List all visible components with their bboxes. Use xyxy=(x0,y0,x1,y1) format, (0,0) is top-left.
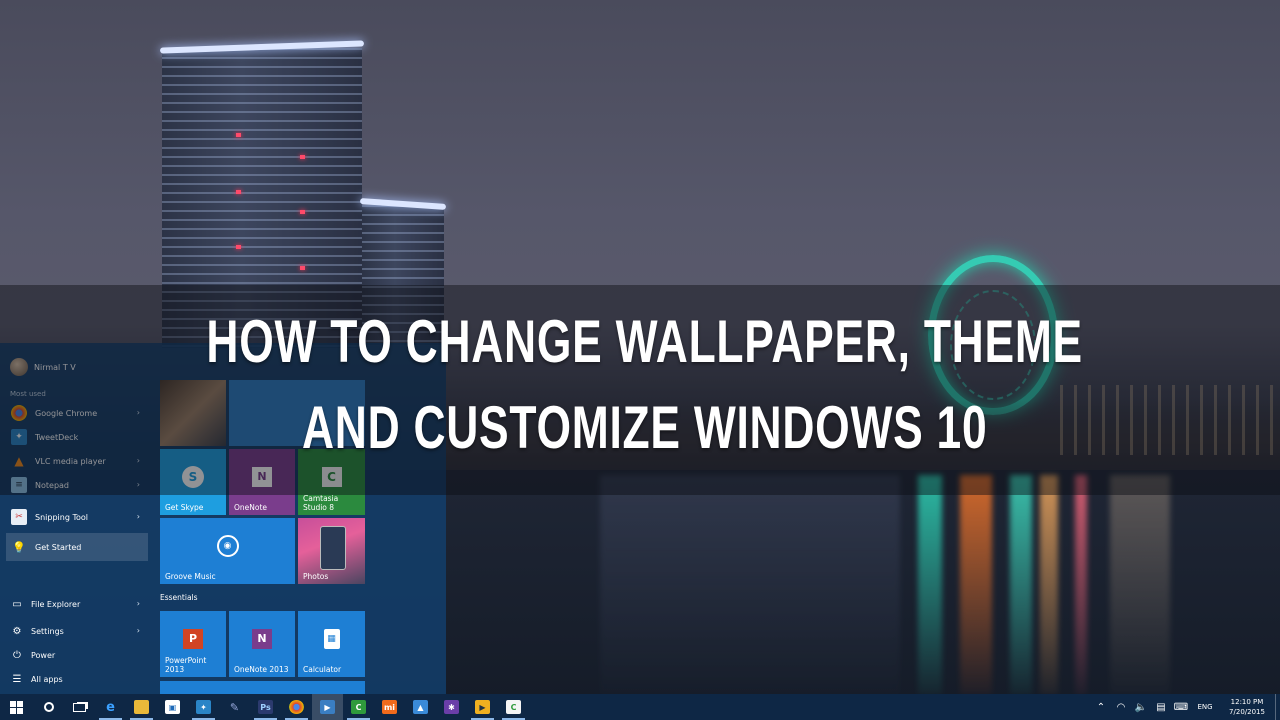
start-app-label: Snipping Tool xyxy=(35,512,88,522)
start-settings[interactable]: ⚙ Settings › xyxy=(6,619,148,643)
tweetdeck-icon: ✦ xyxy=(196,700,211,714)
taskbar-app-2[interactable] xyxy=(126,694,157,720)
file-explorer-icon xyxy=(134,700,149,714)
start-button[interactable] xyxy=(0,694,33,720)
taskbar-app-12[interactable]: ✱ xyxy=(436,694,467,720)
tile-calculator[interactable]: ▦ Calculator xyxy=(298,611,365,677)
power-icon: ⏻ xyxy=(13,649,21,661)
tile-row-partial[interactable] xyxy=(160,681,365,694)
tile-powerpoint-2013[interactable]: P PowerPoint 2013 xyxy=(160,611,226,677)
start-power[interactable]: ⏻ Power xyxy=(6,643,148,667)
calculator-icon: ▦ xyxy=(323,628,340,649)
camtasia-recorder-icon: C xyxy=(506,700,521,714)
keyboard-icon[interactable]: ⌨ xyxy=(1171,694,1191,720)
search-button[interactable] xyxy=(33,694,64,720)
gear-icon: ⚙ xyxy=(12,625,22,637)
settings-app-icon: ✱ xyxy=(444,700,459,714)
snipping-tool-icon: ✂ xyxy=(11,509,27,525)
system-tray: ⌃ ◠ 🔈 ▤ ⌨ ENG 12:10 PM 7/20/2015 xyxy=(1091,694,1280,720)
clock-date: 7/20/2015 xyxy=(1229,708,1265,716)
photo-viewer-icon: ▲ xyxy=(413,700,428,714)
taskbar-app-9[interactable]: C xyxy=(343,694,374,720)
clock-time: 12:10 PM xyxy=(1230,698,1264,706)
mi-icon: mi xyxy=(382,700,397,714)
groove-music-icon: ◉ xyxy=(216,534,239,557)
taskbar-app-5[interactable]: ✎ xyxy=(219,694,250,720)
taskbar-app-14[interactable]: C xyxy=(498,694,529,720)
task-view-button[interactable] xyxy=(64,694,95,720)
lightbulb-icon: 💡 xyxy=(12,540,26,554)
folder-icon: ▭ xyxy=(12,598,22,610)
tile-onenote-2013[interactable]: N OneNote 2013 xyxy=(229,611,295,677)
language-indicator[interactable]: ENG xyxy=(1191,694,1219,720)
start-file-explorer[interactable]: ▭ File Explorer › xyxy=(6,592,148,616)
windows-logo-icon xyxy=(10,700,23,714)
tile-groove-music[interactable]: ◉ Groove Music xyxy=(160,518,295,584)
action-center-icon[interactable]: ▤ xyxy=(1151,694,1171,720)
start-system-label: All apps xyxy=(31,674,63,684)
taskbar: e ▣ ✦ ✎ Ps ▶ C mi ▲ ✱ ▶ C ⌃ ◠ 🔈 ▤ ⌨ ENG … xyxy=(0,694,1280,720)
title-banner: HOW TO CHANGE WALLPAPER, THEME AND CUSTO… xyxy=(0,285,1280,495)
volume-icon[interactable]: 🔈 xyxy=(1131,694,1151,720)
video-title-line1: HOW TO CHANGE WALLPAPER, THEME xyxy=(206,308,1083,375)
start-system-label: File Explorer xyxy=(31,599,81,609)
store-icon: ▣ xyxy=(165,700,180,714)
list-icon: ☰ xyxy=(12,673,22,685)
video-title-line2: AND CUSTOMIZE WINDOWS 10 xyxy=(301,394,988,461)
chevron-up-icon[interactable]: ⌃ xyxy=(1091,694,1111,720)
paint-icon: ✎ xyxy=(229,700,240,714)
wifi-icon[interactable]: ◠ xyxy=(1111,694,1131,720)
chevron-right-icon[interactable]: › xyxy=(137,512,140,521)
phone-photo-thumbnail xyxy=(320,526,346,570)
chevron-right-icon[interactable]: › xyxy=(137,599,140,608)
start-app-get-started[interactable]: 💡 Get Started xyxy=(6,533,148,561)
start-system-label: Settings xyxy=(31,626,64,636)
show-desktop-button[interactable] xyxy=(1275,694,1280,720)
taskbar-app-11[interactable]: ▲ xyxy=(405,694,436,720)
taskbar-app-7[interactable] xyxy=(281,694,312,720)
taskbar-app-1[interactable]: e xyxy=(95,694,126,720)
cortana-circle-icon xyxy=(43,702,54,712)
camtasia-icon: C xyxy=(351,700,366,714)
photoshop-icon: Ps xyxy=(258,700,273,714)
taskbar-app-3[interactable]: ▣ xyxy=(157,694,188,720)
tile-group-essentials: Essentials xyxy=(160,593,198,602)
edge-icon: e xyxy=(106,699,115,715)
taskbar-app-13[interactable]: ▶ xyxy=(467,694,498,720)
taskbar-app-4[interactable]: ✦ xyxy=(188,694,219,720)
taskbar-app-8[interactable]: ▶ xyxy=(312,694,343,720)
powerpoint-icon: P xyxy=(183,628,203,649)
onenote-icon: N xyxy=(252,628,272,649)
start-system-label: Power xyxy=(31,650,56,660)
taskbar-app-10[interactable]: mi xyxy=(374,694,405,720)
media-app-icon: ▶ xyxy=(320,700,335,714)
taskbar-app-6[interactable]: Ps xyxy=(250,694,281,720)
start-all-apps[interactable]: ☰ All apps xyxy=(6,667,148,691)
tile-photos[interactable]: Photos xyxy=(298,518,365,584)
clock[interactable]: 12:10 PM 7/20/2015 xyxy=(1219,697,1275,717)
start-app-snipping-tool[interactable]: ✂ Snipping Tool › xyxy=(6,505,148,529)
chevron-right-icon[interactable]: › xyxy=(137,626,140,635)
player-icon: ▶ xyxy=(475,700,490,714)
start-app-label: Get Started xyxy=(35,542,82,552)
task-view-icon xyxy=(73,702,86,712)
chrome-icon xyxy=(289,700,304,714)
